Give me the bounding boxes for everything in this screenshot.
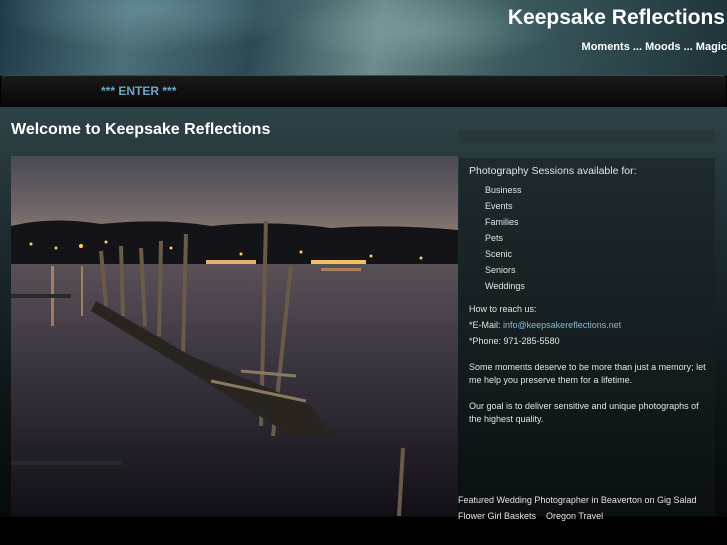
- site-header: Keepsake Reflections Moments ... Moods .…: [0, 0, 727, 76]
- list-item: Scenic: [485, 249, 513, 259]
- footer-link-gigsalad[interactable]: Featured Wedding Photographer in Beavert…: [458, 495, 697, 505]
- footer-link-flower-girl[interactable]: Flower Girl Baskets: [458, 511, 536, 521]
- email-link[interactable]: info@keepsakereflections.net: [503, 320, 621, 330]
- site-tagline: Moments ... Moods ... Magic: [581, 41, 727, 53]
- list-item: Families: [485, 217, 519, 227]
- list-item: Seniors: [485, 265, 516, 275]
- sessions-heading: Photography Sessions available for:: [469, 165, 637, 177]
- pier-night-photo: [11, 156, 458, 516]
- site-title: Keepsake Reflections: [507, 6, 725, 29]
- list-item: Events: [485, 201, 513, 211]
- email-row: *E-Mail: info@keepsakereflections.net: [469, 319, 621, 332]
- footer-link-oregon-travel[interactable]: Oregon Travel: [546, 511, 603, 521]
- list-item: Business: [485, 185, 522, 195]
- sidebar: Photography Sessions available for: Busi…: [459, 158, 715, 516]
- intro-paragraph: Some moments deserve to be more than jus…: [469, 362, 706, 385]
- phone-text: *Phone: 971-285-5580: [469, 336, 560, 346]
- reach-heading: How to reach us:: [469, 304, 537, 314]
- list-item: Weddings: [485, 281, 525, 291]
- enter-link[interactable]: *** ENTER ***: [101, 84, 176, 98]
- hero-photo: [11, 156, 458, 516]
- sidebar-top-bar: [459, 130, 715, 142]
- nav-bar: *** ENTER ***: [1, 75, 726, 108]
- list-item: Pets: [485, 233, 504, 243]
- email-label: *E-Mail:: [469, 320, 504, 330]
- goal-paragraph: Our goal is to deliver sensitive and uni…: [469, 401, 699, 424]
- page-title: Welcome to Keepsake Reflections: [11, 121, 271, 138]
- sessions-list: Business Events Families Pets Scenic Sen…: [485, 182, 525, 294]
- footer-links: Featured Wedding Photographer in Beavert…: [458, 492, 697, 524]
